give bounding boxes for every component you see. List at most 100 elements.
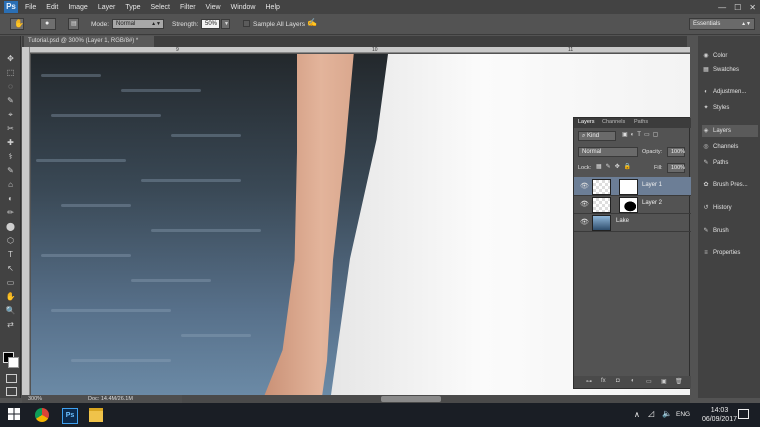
opacity-input[interactable]: 100% (667, 147, 685, 157)
filter-kind-dropdown[interactable]: ⌕ Kind (578, 131, 616, 141)
lasso-tool-icon[interactable]: ◌ (5, 82, 16, 92)
menu-type[interactable]: Type (125, 4, 140, 11)
sample-all-layers-checkbox[interactable] (243, 20, 250, 27)
windows-start-icon[interactable] (8, 408, 22, 422)
layer-name[interactable]: Layer 2 (642, 200, 662, 206)
new-group-icon[interactable]: ▭ (646, 378, 652, 385)
layer-name[interactable]: Layer 1 (642, 182, 662, 188)
brush-panel-toggle[interactable]: ▤ (68, 18, 79, 30)
chevron-up-icon[interactable]: ∧ (634, 410, 640, 419)
healing-brush-tool-icon[interactable]: ✚ (5, 138, 16, 148)
brush-size-picker[interactable]: ● (40, 18, 56, 30)
path-selection-tool-icon[interactable]: ↖ (5, 264, 16, 274)
dock-layers[interactable]: ◈ Layers (702, 125, 758, 137)
delete-layer-icon[interactable]: 🗑 (675, 378, 683, 385)
layer-row[interactable]: 👁 Layer 1 (574, 177, 691, 196)
swap-colors-icon[interactable]: ⇄ (5, 320, 16, 330)
filter-icons[interactable]: ▣◐T▭▢ (622, 131, 661, 138)
move-tool-icon[interactable]: ✥ (5, 54, 16, 64)
photoshop-taskbar-icon[interactable]: Ps (62, 408, 78, 424)
visibility-eye-icon[interactable]: 👁 (580, 182, 589, 190)
fx-icon[interactable]: fx (601, 378, 606, 384)
dock-color[interactable]: ◉ Color (702, 50, 758, 62)
file-explorer-icon[interactable] (89, 408, 103, 422)
horizontal-ruler: 9 10 11 (30, 47, 690, 53)
menu-view[interactable]: View (206, 4, 221, 11)
visibility-eye-icon[interactable]: 👁 (580, 200, 589, 208)
chrome-icon[interactable] (35, 408, 49, 422)
layer-name[interactable]: Lake (616, 218, 629, 224)
blend-mode-dropdown[interactable]: Normal (578, 147, 638, 157)
zoom-level[interactable]: 300% (28, 395, 42, 403)
close-button[interactable]: ✕ (749, 3, 756, 12)
menu-image[interactable]: Image (68, 4, 87, 11)
network-icon[interactable]: ◿ (648, 409, 654, 418)
eraser-tool-icon[interactable]: ◐ (5, 194, 16, 204)
pressure-icon[interactable]: ✍ (307, 18, 317, 27)
dock-channels[interactable]: ◎ Channels (702, 141, 758, 153)
dock-brush-presets[interactable]: ✿ Brush Pres... (702, 179, 758, 191)
language-indicator[interactable]: ENG (676, 411, 690, 418)
dock-brush[interactable]: ✎ Brush (702, 225, 758, 237)
menu-help[interactable]: Help (266, 4, 280, 11)
hand-tool-icon[interactable]: ✋ (5, 292, 16, 302)
notifications-icon[interactable] (738, 409, 749, 419)
menu-select[interactable]: Select (151, 4, 170, 11)
tab-layers[interactable]: Layers (578, 119, 595, 125)
layer-row[interactable]: 👁 Layer 2 (574, 195, 691, 214)
layer-row[interactable]: 👁 Lake (574, 213, 691, 232)
brush-icon: ✎ (703, 228, 709, 234)
clone-stamp-tool-icon[interactable]: ✎ (5, 166, 16, 176)
menu-window[interactable]: Window (231, 4, 256, 11)
adjustment-layer-icon[interactable]: ◐ (631, 378, 635, 384)
dock-adjustments[interactable]: ◐ Adjustmen... (702, 86, 758, 98)
crop-tool-icon[interactable]: ⌖ (5, 110, 16, 120)
mode-dropdown[interactable]: Normal ▲▼ (112, 19, 164, 29)
brush-tool-icon[interactable]: ⚕ (5, 152, 16, 162)
gradient-tool-icon[interactable]: ✏ (5, 208, 16, 218)
dock-properties[interactable]: ≡ Properties (702, 247, 758, 259)
link-layers-icon[interactable]: ⊶ (586, 378, 592, 385)
taskbar-clock[interactable]: 14:03 06/09/2017 (702, 406, 737, 424)
fill-input[interactable]: 100% (667, 163, 685, 173)
document-tab[interactable]: Tutorial.psd @ 300% (Layer 1, RGB/8#) * (24, 36, 154, 47)
visibility-eye-icon[interactable]: 👁 (580, 218, 589, 226)
dodge-tool-icon[interactable]: ⬡ (5, 236, 16, 246)
quick-mask-icon[interactable] (6, 374, 17, 383)
dock-paths[interactable]: ✎ Paths (702, 157, 758, 169)
opacity-label: Opacity: (642, 149, 663, 155)
history-brush-tool-icon[interactable]: ⌂ (5, 180, 16, 190)
new-layer-icon[interactable]: ▣ (661, 378, 667, 385)
background-color-swatch[interactable] (8, 357, 19, 368)
workspace-switcher[interactable]: Essentials ▲▼ (689, 18, 755, 30)
menu-filter[interactable]: Filter (180, 4, 196, 11)
tab-channels[interactable]: Channels (602, 119, 625, 125)
lock-icons[interactable]: ▦✎✥🔒 (596, 163, 635, 170)
tool-preset-picker[interactable]: ✋ (10, 18, 24, 30)
strength-value: 50% (205, 21, 218, 27)
dock-history[interactable]: ↺ History (702, 202, 758, 214)
tab-paths[interactable]: Paths (634, 119, 648, 125)
shape-tool-icon[interactable]: ▭ (5, 278, 16, 288)
quick-selection-tool-icon[interactable]: ✎ (5, 96, 16, 106)
menu-layer[interactable]: Layer (98, 4, 116, 11)
menu-file[interactable]: File (25, 4, 36, 11)
strength-slider-toggle[interactable]: ▼ (221, 19, 230, 29)
fill-value: 100% (671, 165, 686, 171)
dock-styles[interactable]: ✦ Styles (702, 102, 758, 114)
maximize-button[interactable]: ☐ (734, 3, 741, 12)
doc-info[interactable]: Doc: 14.4M/26.1M (88, 395, 133, 403)
add-mask-icon[interactable]: ◘ (616, 378, 620, 384)
menu-edit[interactable]: Edit (46, 4, 58, 11)
scrollbar-thumb[interactable] (381, 396, 441, 402)
screen-mode-icon[interactable] (6, 387, 17, 396)
minimize-button[interactable]: — (718, 3, 726, 12)
smudge-tool-icon[interactable]: ⬤ (5, 222, 16, 232)
eyedropper-tool-icon[interactable]: ✂ (5, 124, 16, 134)
strength-input[interactable]: 50% (201, 19, 220, 29)
dock-swatches[interactable]: ▦ Swatches (702, 64, 758, 76)
zoom-tool-icon[interactable]: 🔍 (5, 306, 16, 316)
volume-icon[interactable]: 🔈 (662, 409, 672, 418)
type-tool-icon[interactable]: T (5, 250, 16, 260)
marquee-tool-icon[interactable]: ⬚ (5, 68, 16, 78)
